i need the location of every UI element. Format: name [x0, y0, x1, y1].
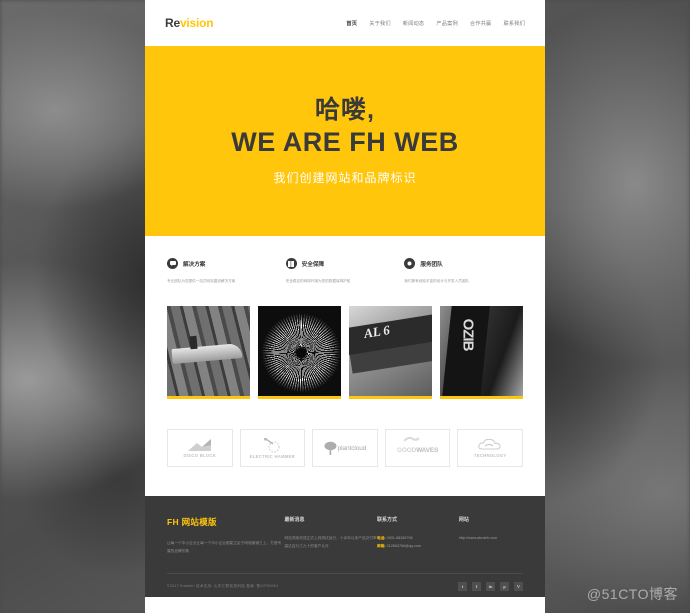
feature-title: 安全保障 [301, 261, 325, 268]
linkedin-icon[interactable]: in [486, 582, 495, 592]
bulb-icon [262, 437, 282, 453]
nav-item-partners[interactable]: 合作共赢 [470, 20, 492, 27]
client-name: ELECTRIC HAMMER [249, 453, 296, 459]
tree-icon: plantcloud [324, 441, 366, 456]
hero-banner: 哈喽, WE ARE FH WEB 我们创建网站和品牌标识 [145, 46, 545, 236]
gallery-item-ship-model[interactable] [167, 306, 250, 400]
footer-contact-heading: 联系方式 [377, 517, 398, 524]
vimeo-icon[interactable]: V [514, 582, 523, 592]
footer-phone-row: 电话: 0531-88289798 邮箱: 312663766@qq.com [377, 535, 459, 551]
client-name: TECHNOLOGY [473, 453, 507, 459]
facebook-icon[interactable]: f [472, 582, 481, 592]
play-icon [404, 258, 416, 269]
cloud-icon [478, 438, 502, 452]
footer-news-text: 网站改版完成正式上线测试运行，十余年以来产品交付率高达百分之九十的客户认可 [284, 536, 377, 548]
footer-website-heading: 网站 [458, 517, 469, 524]
hero-headline: WE ARE FH WEB [231, 126, 459, 157]
hero-subtitle: 我们创建网站和品牌标识 [273, 170, 417, 185]
feature-card-solutions[interactable]: 解决方案 专业团队为您提供一站式网站建设解决方案 [167, 258, 286, 284]
clients-section: DISCO BLOCK ELECTRIC HAMMER plantcloud G… [145, 399, 545, 468]
client-logo-electric-hammer[interactable]: ELECTRIC HAMMER [239, 429, 306, 468]
nav-item-about[interactable]: 关于我们 [369, 20, 391, 27]
feature-card-team[interactable]: 服务团队 我们拥有经验丰富的设计与开发人员团队 [404, 258, 523, 284]
pinterest-icon[interactable]: p [500, 582, 509, 592]
feature-description: 我们拥有经验丰富的设计与开发人员团队 [404, 279, 470, 283]
gallery-item-street-sign[interactable]: AL 6 [349, 306, 432, 400]
site-logo[interactable]: Revision [165, 16, 214, 30]
gallery-item-guitar-headstock[interactable]: OZIB [440, 306, 523, 400]
footer-news-heading: 最新消息 [284, 517, 305, 524]
client-logo-plantcloud[interactable]: plantcloud [312, 429, 378, 468]
footer-website-url[interactable]: http://www.abcdefr.com [459, 535, 523, 543]
main-navigation: 首页 关于我们 新闻动态 产品案例 合作共赢 联系我们 [346, 20, 525, 27]
footer-email-value[interactable]: 312663766@qq.com [387, 544, 421, 548]
client-logo-good-waves[interactable]: GOODWAVES [384, 429, 451, 468]
footer-bottom-bar: ©2017 fhadmin 技术支持: 山东汇联信息科技 备案: 鲁ICP000… [167, 572, 523, 600]
gallery-section: AL 6 OZIB [145, 298, 545, 400]
book-icon [285, 258, 297, 269]
nav-item-home[interactable]: 首页 [346, 20, 357, 27]
chat-icon [167, 258, 178, 269]
feature-card-security[interactable]: 安全保障 安全稳定的网络环境为您的数据保驾护航 [285, 258, 405, 284]
website-page: Revision 首页 关于我们 新闻动态 产品案例 合作共赢 联系我们 哈喽,… [145, 0, 545, 613]
feature-description: 安全稳定的网络环境为您的数据保驾护航 [285, 279, 351, 283]
nav-item-news[interactable]: 新闻动态 [403, 20, 425, 27]
footer-email-label: 邮箱: [377, 543, 386, 548]
copyright-text: ©2017 fhadmin 技术支持: 山东汇联信息科技 备案: 鲁ICP000… [167, 584, 279, 589]
logo-text-primary: Re [165, 16, 180, 30]
feature-title: 服务团队 [420, 261, 443, 268]
footer-phone-label: 电话: [377, 536, 386, 541]
footer-column-news: 最新消息 网站改版完成正式上线测试运行，十余年以来产品交付率高达百分之九十的客户… [284, 516, 377, 556]
wave-icon: GOODWAVES [397, 437, 438, 457]
footer-column-contact: 联系方式 电话: 0531-88289798 邮箱: 312663766@qq.… [377, 516, 459, 556]
logo-text-accent: vision [179, 16, 214, 30]
footer-brand-description: 让每一个中小企业让每一个中小企业都能立足于网络营销之上，打造专属的品牌形象 [167, 541, 282, 553]
client-name: DISCO BLOCK [183, 452, 217, 458]
gallery-item-dandelion[interactable] [258, 306, 341, 400]
feature-description: 专业团队为您提供一站式网站建设解决方案 [167, 279, 236, 283]
footer-phone-value: 0531-88289798 [386, 536, 413, 541]
feature-header: 解决方案 [167, 258, 272, 269]
hero-greeting: 哈喽, [315, 96, 375, 125]
watermark-label: @51CTO博客 [586, 586, 678, 602]
footer-column-brand: FH 网站模版 让每一个中小企业让每一个中小企业都能立足于网络营销之上，打造专属… [167, 516, 284, 556]
nav-item-contact[interactable]: 联系我们 [503, 20, 525, 27]
features-section: 解决方案 专业团队为您提供一站式网站建设解决方案 安全保障 安全稳定的网络环境为… [145, 236, 545, 298]
footer-column-website: 网站 http://www.abcdefr.com [459, 516, 523, 556]
footer-brand: FH 网站模版 [167, 517, 217, 528]
twitter-icon[interactable]: t [458, 582, 467, 592]
feature-header: 安全保障 [285, 258, 391, 269]
client-logo-disco-block[interactable]: DISCO BLOCK [167, 429, 233, 468]
social-links: t f in p V [458, 582, 523, 592]
client-logo-technology[interactable]: TECHNOLOGY [457, 429, 523, 468]
nav-item-products[interactable]: 产品案例 [436, 20, 458, 27]
feature-title: 解决方案 [183, 261, 206, 268]
footer-columns: FH 网站模版 让每一个中小企业让每一个中小企业都能立足于网络营销之上，打造专属… [167, 516, 523, 556]
arrow-block-icon [187, 438, 212, 452]
site-footer: FH 网站模版 让每一个中小企业让每一个中小企业都能立足于网络营销之上，打造专属… [145, 496, 545, 600]
site-header: Revision 首页 关于我们 新闻动态 产品案例 合作共赢 联系我们 [145, 0, 545, 46]
feature-header: 服务团队 [404, 258, 509, 269]
